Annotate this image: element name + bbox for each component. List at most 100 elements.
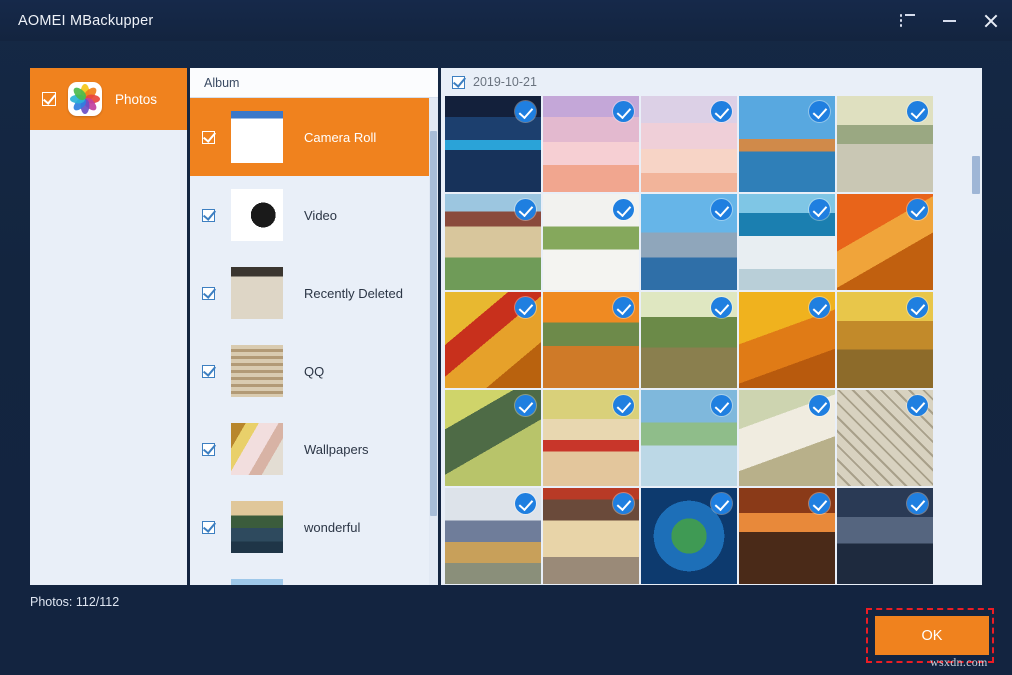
- date-group-label: 2019-10-21: [473, 75, 537, 89]
- photo-tile[interactable]: [543, 194, 639, 290]
- photo-tile[interactable]: [445, 194, 541, 290]
- photo-tile-checkmark-icon[interactable]: [907, 199, 928, 220]
- photo-tile[interactable]: [641, 292, 737, 388]
- album-item-checkbox[interactable]: [202, 209, 215, 222]
- watermark: wsxdn.com: [930, 655, 988, 670]
- album-item-checkbox[interactable]: [202, 365, 215, 378]
- status-text: Photos: 112/112: [30, 595, 119, 609]
- photo-tile[interactable]: [739, 390, 835, 486]
- photo-tile-checkmark-icon[interactable]: [907, 297, 928, 318]
- photo-tile-checkmark-icon[interactable]: [907, 395, 928, 416]
- album-scrollbar-thumb[interactable]: [430, 131, 437, 516]
- photo-tile[interactable]: [837, 488, 933, 584]
- album-list[interactable]: Camera Roll Video Recently Deleted QQ Wallpa…: [190, 98, 438, 585]
- photo-panel: 2019-10-21: [441, 68, 982, 585]
- album-list-item[interactable]: QQ: [190, 332, 438, 410]
- photo-tile[interactable]: [543, 292, 639, 388]
- photo-tile-checkmark-icon[interactable]: [515, 297, 536, 318]
- photo-tile[interactable]: [445, 292, 541, 388]
- album-item-label: Camera Roll: [304, 130, 376, 145]
- album-item-thumbnail: [231, 501, 283, 553]
- album-item-label: wonderful: [304, 520, 360, 535]
- album-item-checkbox[interactable]: [202, 131, 215, 144]
- photo-tile-checkmark-icon[interactable]: [613, 493, 634, 514]
- photo-tile-checkmark-icon[interactable]: [613, 297, 634, 318]
- photo-tile[interactable]: [837, 96, 933, 192]
- photo-tile-checkmark-icon[interactable]: [515, 493, 536, 514]
- album-list-item[interactable]: Video: [190, 176, 438, 254]
- photo-tile-checkmark-icon[interactable]: [515, 101, 536, 122]
- album-panel: Album Camera Roll Video Recently Deleted QQ…: [190, 68, 438, 585]
- photo-scrollbar-track[interactable]: [970, 68, 982, 585]
- photo-tile-checkmark-icon[interactable]: [515, 199, 536, 220]
- album-list-item[interactable]: Camera Roll: [190, 98, 438, 176]
- photo-tile[interactable]: [445, 488, 541, 584]
- photo-tile-checkmark-icon[interactable]: [809, 297, 830, 318]
- photo-tile[interactable]: [837, 390, 933, 486]
- photo-grid[interactable]: [441, 96, 941, 584]
- photo-tile-checkmark-icon[interactable]: [613, 101, 634, 122]
- photo-tile-checkmark-icon[interactable]: [613, 199, 634, 220]
- album-list-item[interactable]: Wallpapers: [190, 410, 438, 488]
- album-item-checkbox[interactable]: [202, 443, 215, 456]
- photo-tile-checkmark-icon[interactable]: [613, 395, 634, 416]
- photos-app-icon: [68, 82, 102, 116]
- photo-tile-checkmark-icon[interactable]: [711, 493, 732, 514]
- photo-tile[interactable]: [641, 194, 737, 290]
- album-item-thumbnail: [231, 345, 283, 397]
- album-item-checkbox[interactable]: [202, 287, 215, 300]
- album-item-label: Recently Deleted: [304, 286, 403, 301]
- photo-tile-checkmark-icon[interactable]: [809, 199, 830, 220]
- album-list-item[interactable]: wonderful: [190, 488, 438, 566]
- photo-tile-checkmark-icon[interactable]: [711, 199, 732, 220]
- album-scrollbar-track[interactable]: [429, 98, 438, 585]
- photo-tile[interactable]: [445, 390, 541, 486]
- photo-tile-checkmark-icon[interactable]: [515, 395, 536, 416]
- photo-tile[interactable]: [739, 194, 835, 290]
- close-button[interactable]: [970, 0, 1012, 41]
- photo-tile[interactable]: [641, 96, 737, 192]
- app-title: AOMEI MBackupper: [18, 13, 153, 29]
- album-item-label: Video: [304, 208, 337, 223]
- photos-label: Photos: [115, 92, 157, 107]
- photo-tile[interactable]: [641, 488, 737, 584]
- sidebar-item-photos[interactable]: Photos: [30, 68, 187, 130]
- photo-tile[interactable]: [739, 488, 835, 584]
- photo-tile-checkmark-icon[interactable]: [711, 297, 732, 318]
- minimize-icon: [943, 20, 956, 22]
- title-bar: AOMEI MBackupper: [0, 0, 1012, 41]
- photo-tile[interactable]: [837, 292, 933, 388]
- menu-list-button[interactable]: [886, 0, 928, 41]
- photos-checkbox[interactable]: [42, 92, 56, 106]
- minimize-button[interactable]: [928, 0, 970, 41]
- photo-tile[interactable]: [739, 292, 835, 388]
- photo-tile-checkmark-icon[interactable]: [907, 493, 928, 514]
- ok-button[interactable]: OK: [875, 616, 989, 655]
- photo-tile-checkmark-icon[interactable]: [711, 101, 732, 122]
- album-item-thumbnail: [231, 423, 283, 475]
- date-group-header[interactable]: 2019-10-21: [441, 68, 982, 96]
- photo-tile[interactable]: [445, 96, 541, 192]
- photo-tile[interactable]: [837, 194, 933, 290]
- photo-tile[interactable]: [543, 488, 639, 584]
- photo-tile[interactable]: [543, 96, 639, 192]
- album-item-label: Wallpapers: [304, 442, 369, 457]
- album-item-checkbox[interactable]: [202, 521, 215, 534]
- photo-tile[interactable]: [543, 390, 639, 486]
- photo-tile[interactable]: [739, 96, 835, 192]
- date-group-checkbox[interactable]: [452, 76, 465, 89]
- album-item-thumbnail: [231, 267, 283, 319]
- photo-tile-checkmark-icon[interactable]: [809, 493, 830, 514]
- photo-tile-checkmark-icon[interactable]: [809, 395, 830, 416]
- photo-tile-checkmark-icon[interactable]: [711, 395, 732, 416]
- album-list-item[interactable]: [190, 566, 438, 585]
- album-item-thumbnail: [231, 579, 283, 585]
- album-item-thumbnail: [231, 111, 283, 163]
- close-icon: [984, 14, 998, 28]
- photo-scrollbar-thumb[interactable]: [972, 156, 980, 194]
- photo-tile-checkmark-icon[interactable]: [809, 101, 830, 122]
- album-list-item[interactable]: Recently Deleted: [190, 254, 438, 332]
- album-header-label: Album: [204, 76, 239, 90]
- photo-tile-checkmark-icon[interactable]: [907, 101, 928, 122]
- photo-tile[interactable]: [641, 390, 737, 486]
